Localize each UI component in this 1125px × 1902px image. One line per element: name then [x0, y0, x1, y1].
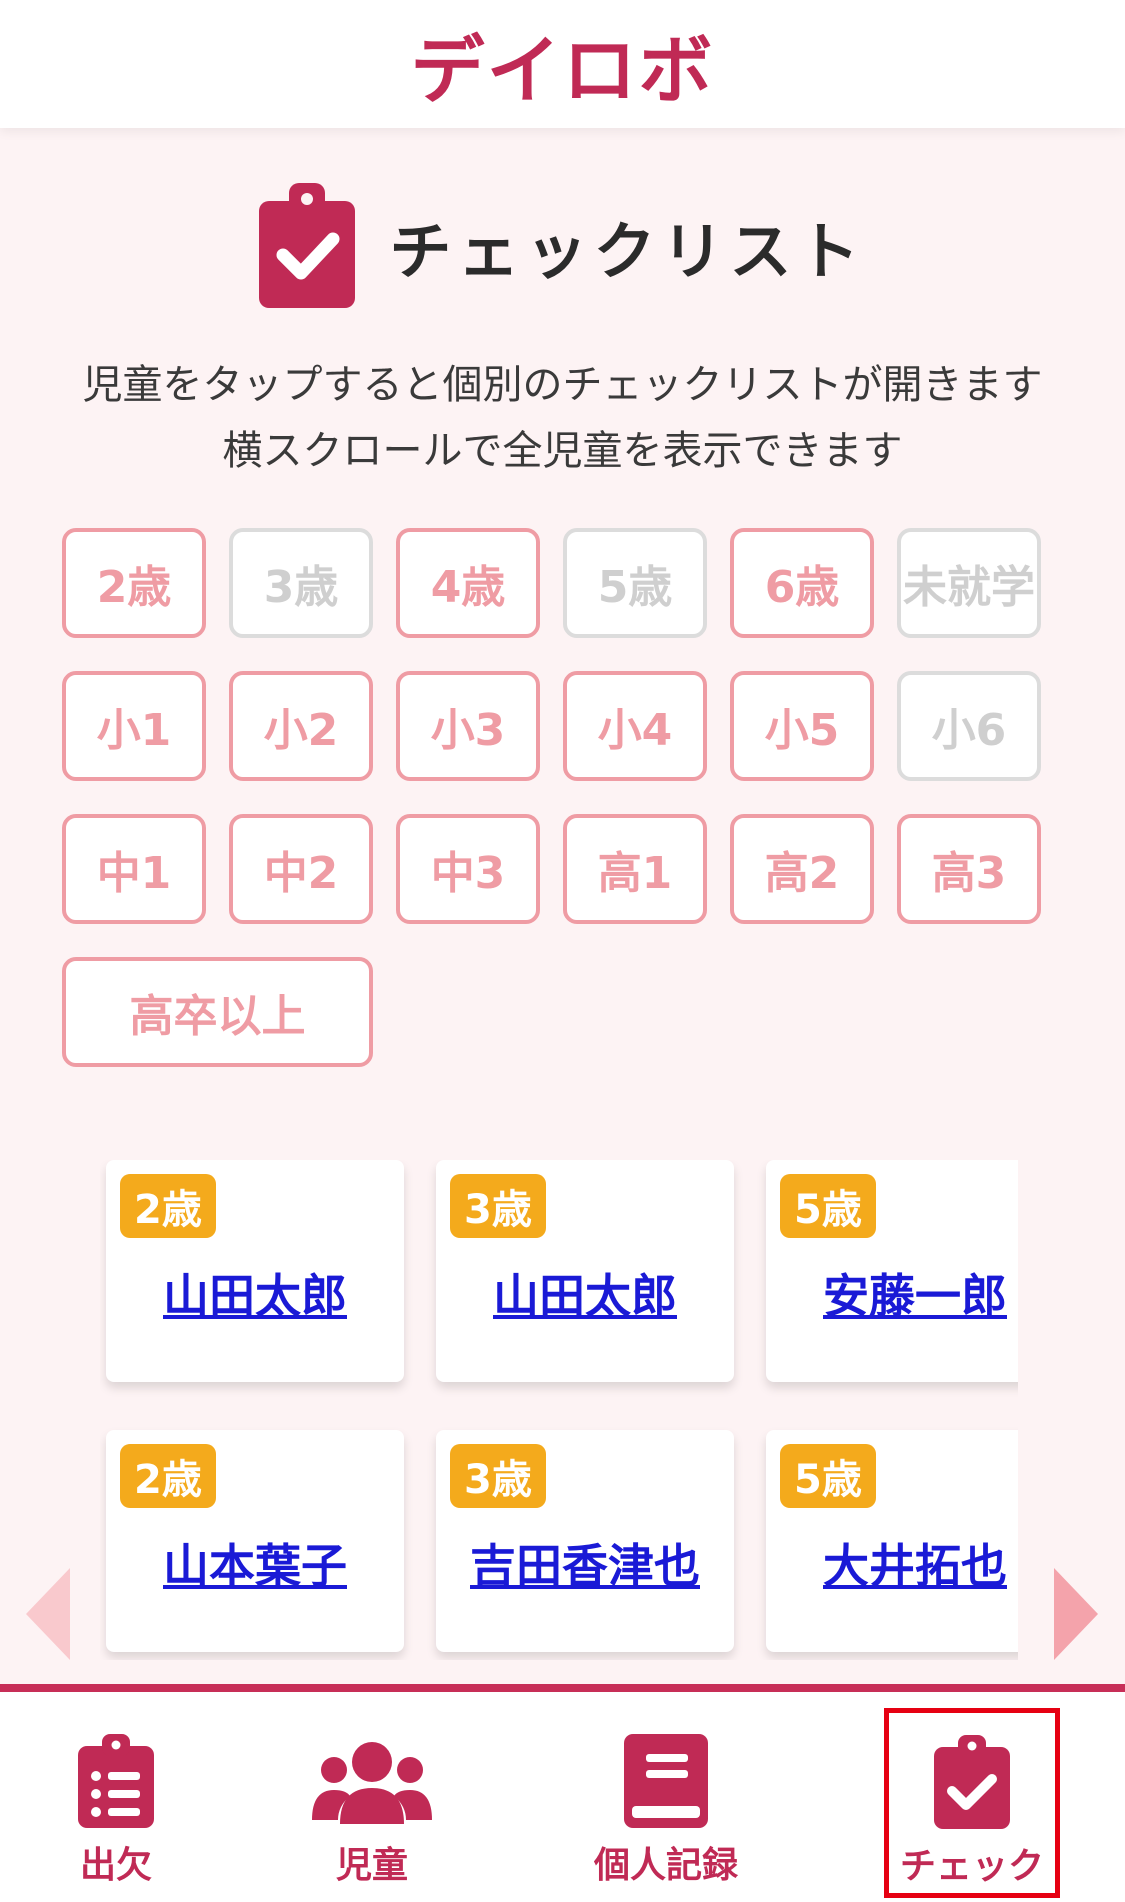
children-grid: 2歳 山田太郎 3歳 山田太郎 5歳 安藤一郎 2歳 山本葉子 3歳 吉田香津也…	[100, 1160, 1018, 1652]
filter-chip-age4[interactable]: 4歳	[396, 528, 540, 638]
nav-item-attendance[interactable]: 出欠	[40, 1692, 192, 1902]
age-badge: 5歳	[780, 1444, 876, 1508]
filter-chip-elem1[interactable]: 小1	[62, 671, 206, 781]
filter-chip-hs3[interactable]: 高3	[897, 814, 1041, 924]
filter-chip-age2[interactable]: 2歳	[62, 528, 206, 638]
filter-chip-age6[interactable]: 6歳	[730, 528, 874, 638]
age-badge: 5歳	[780, 1174, 876, 1238]
filter-chip-hs-graduate[interactable]: 高卒以上	[62, 957, 373, 1067]
child-name-link[interactable]: 山本葉子	[106, 1530, 404, 1596]
filter-chip-jh1[interactable]: 中1	[62, 814, 206, 924]
nav-label-records: 個人記録	[593, 1845, 738, 1886]
child-card[interactable]: 5歳 大井拓也	[766, 1430, 1018, 1652]
nav-label-check: チェック	[899, 1846, 1044, 1887]
filter-chip-elem3[interactable]: 小3	[396, 671, 540, 781]
app-title: デイロボ	[410, 27, 715, 114]
filter-chip-hs1[interactable]: 高1	[563, 814, 707, 924]
app-header: デイロボ	[0, 0, 1125, 128]
children-carousel[interactable]: 2歳 山田太郎 3歳 山田太郎 5歳 安藤一郎 2歳 山本葉子 3歳 吉田香津也…	[100, 1160, 1018, 1660]
filter-chip-elem6[interactable]: 小6	[897, 671, 1041, 781]
scroll-left-arrow-icon[interactable]	[26, 1568, 70, 1660]
age-badge: 2歳	[120, 1174, 216, 1238]
child-name-link[interactable]: 山田太郎	[106, 1260, 404, 1326]
page-title: チェックリスト	[389, 214, 866, 288]
child-card[interactable]: 5歳 安藤一郎	[766, 1160, 1018, 1382]
filter-chip-elem5[interactable]: 小5	[730, 671, 874, 781]
child-name-link[interactable]: 大井拓也	[766, 1530, 1018, 1596]
filter-chip-elem4[interactable]: 小4	[563, 671, 707, 781]
filter-chip-hs2[interactable]: 高2	[730, 814, 874, 924]
child-card[interactable]: 3歳 吉田香津也	[436, 1430, 734, 1652]
nav-item-records[interactable]: 個人記録	[582, 1692, 750, 1902]
child-name-link[interactable]: 吉田香津也	[436, 1530, 734, 1596]
scroll-right-arrow-icon[interactable]	[1054, 1568, 1098, 1660]
nav-label-children: 児童	[335, 1845, 408, 1886]
instruction-line-1: 児童をタップすると個別のチェックリストが開きます	[82, 362, 1043, 408]
child-card[interactable]: 3歳 山田太郎	[436, 1160, 734, 1382]
child-name-link[interactable]: 安藤一郎	[766, 1260, 1018, 1326]
grade-filter-group: 2歳 3歳 4歳 5歳 6歳 未就学 小1 小2 小3 小4 小5 小6 中1 …	[62, 528, 1062, 1067]
clipboard-check-icon	[259, 183, 356, 308]
age-badge: 3歳	[450, 1444, 546, 1508]
bottom-navigation: 出欠 児童 個人記録 チェック	[0, 1684, 1125, 1902]
filter-chip-jh2[interactable]: 中2	[229, 814, 373, 924]
filter-chip-jh3[interactable]: 中3	[396, 814, 540, 924]
instructions: 児童をタップすると個別のチェックリストが開きます 横スクロールで全児童を表示でき…	[0, 352, 1125, 484]
filter-chip-preschool[interactable]: 未就学	[897, 528, 1041, 638]
filter-chip-elem2[interactable]: 小2	[229, 671, 373, 781]
age-badge: 2歳	[120, 1444, 216, 1508]
book-icon	[624, 1734, 708, 1828]
page-heading: チェックリスト	[0, 183, 1125, 308]
nav-item-children[interactable]: 児童	[292, 1692, 452, 1902]
filter-chip-age5[interactable]: 5歳	[563, 528, 707, 638]
users-icon	[312, 1742, 432, 1824]
age-badge: 3歳	[450, 1174, 546, 1238]
child-card[interactable]: 2歳 山本葉子	[106, 1430, 404, 1652]
clipboard-check-icon	[934, 1735, 1010, 1829]
instruction-line-2: 横スクロールで全児童を表示できます	[222, 428, 903, 474]
child-name-link[interactable]: 山田太郎	[436, 1260, 734, 1326]
child-card[interactable]: 2歳 山田太郎	[106, 1160, 404, 1382]
nav-label-attendance: 出欠	[79, 1845, 152, 1886]
clipboard-list-icon	[78, 1734, 154, 1828]
nav-item-check[interactable]: チェック	[884, 1708, 1060, 1898]
filter-chip-age3[interactable]: 3歳	[229, 528, 373, 638]
